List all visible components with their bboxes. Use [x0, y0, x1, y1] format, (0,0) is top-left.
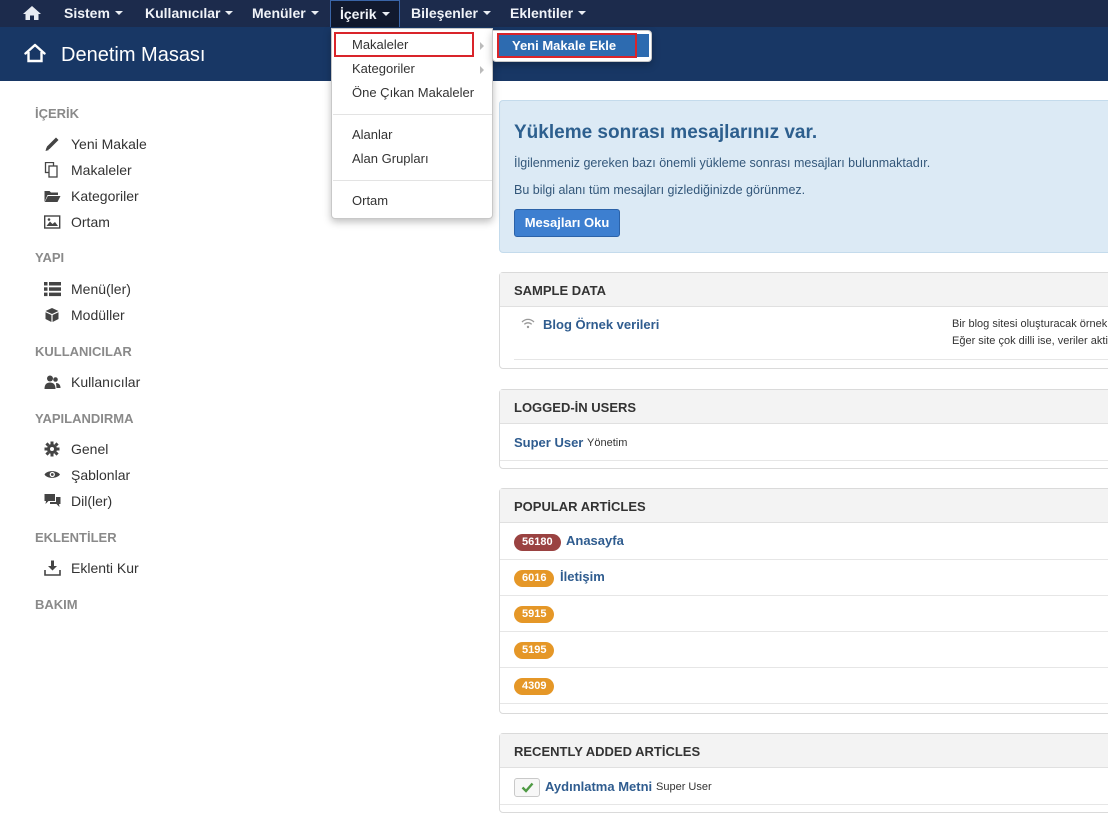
- published-toggle[interactable]: [514, 778, 540, 797]
- menu-divider: [333, 180, 492, 181]
- list-icon: [44, 282, 61, 297]
- chevron-down-icon: [381, 12, 390, 17]
- hits-badge: 4309: [514, 678, 555, 695]
- cube-icon: [45, 308, 59, 322]
- folder-open-icon: [44, 191, 61, 202]
- nav-kullanicilar[interactable]: Kullanıcılar: [145, 0, 234, 27]
- article-author: Super User: [656, 781, 712, 793]
- menu-item-alan-gruplari[interactable]: Alan Grupları: [332, 148, 492, 170]
- table-row: 56180 Anasayfa: [500, 524, 1108, 560]
- sidebar-section-yapilandirma: YAPILANDIRMA: [35, 411, 134, 426]
- nav-menuler[interactable]: Menüler: [252, 0, 319, 27]
- user-link[interactable]: Super User: [514, 435, 583, 450]
- article-link[interactable]: Aydınlatma Metni: [545, 779, 652, 794]
- download-icon: [44, 560, 61, 576]
- nav-sistem[interactable]: Sistem: [64, 0, 123, 27]
- menu-item-ortam[interactable]: Ortam: [332, 190, 492, 212]
- pencil-icon: [45, 137, 59, 151]
- hits-badge: 6016: [514, 570, 555, 587]
- article-link[interactable]: İletişim: [560, 569, 605, 584]
- popular-articles-panel: POPULAR ARTİCLES 56180 Anasayfa 6016 İle…: [499, 488, 1108, 714]
- sample-data-description-2: Eğer site çok dilli ise, veriler akti: [952, 335, 1108, 347]
- sidebar-section-yapi: YAPI: [35, 250, 65, 265]
- article-link[interactable]: Anasayfa: [566, 533, 624, 548]
- chevron-right-icon: [480, 42, 484, 50]
- top-navbar: Sistem Kullanıcılar Menüler İçerik Bileş…: [0, 0, 1108, 27]
- check-icon: [521, 782, 534, 793]
- highlight-yeni-makale-ekle: [497, 33, 637, 58]
- recent-articles-panel: RECENTLY ADDED ARTİCLES Aydınlatma Metni…: [499, 733, 1108, 813]
- home-icon[interactable]: [22, 5, 42, 21]
- users-icon: [44, 375, 61, 389]
- table-row: 5195: [500, 632, 1108, 668]
- chevron-down-icon: [225, 11, 234, 16]
- nav-bilesenler[interactable]: Bileşenler: [411, 0, 491, 27]
- wifi-icon: [521, 318, 535, 329]
- panel-title: SAMPLE DATA: [500, 273, 1108, 307]
- comments-icon: [44, 494, 61, 507]
- sidebar-section-kullanicilar: KULLANICILAR: [35, 344, 132, 359]
- post-install-messages: Yükleme sonrası mesajlarınız var. İlgile…: [499, 100, 1108, 253]
- panel-title: POPULAR ARTİCLES: [500, 489, 1108, 523]
- cog-icon: [44, 441, 60, 457]
- menu-item-kategoriler[interactable]: Kategoriler: [332, 58, 492, 80]
- menu-divider: [333, 114, 492, 115]
- chevron-right-icon: [480, 66, 484, 74]
- sample-data-row: Blog Örnek verileri Bir blog sitesi oluş…: [514, 308, 1108, 360]
- image-icon: [44, 215, 61, 229]
- table-row: Aydınlatma Metni Super User: [500, 769, 1108, 805]
- hits-badge: 5195: [514, 642, 555, 659]
- hits-badge: 56180: [514, 534, 561, 551]
- sidebar-section-icerik: İÇERİK: [35, 106, 80, 121]
- message-title: Yükleme sonrası mesajlarınız var.: [514, 122, 818, 143]
- read-messages-button[interactable]: Mesajları Oku: [514, 209, 620, 237]
- logged-in-users-panel: LOGGED-İN USERS Super User Yönetim: [499, 389, 1108, 469]
- nav-icerik[interactable]: İçerik: [330, 0, 400, 27]
- panel-title: RECENTLY ADDED ARTİCLES: [500, 734, 1108, 768]
- sample-data-panel: SAMPLE DATA Blog Örnek verileri Bir blog…: [499, 272, 1108, 369]
- table-row: 4309: [500, 668, 1108, 704]
- sidebar-section-bakim: BAKIM: [35, 597, 78, 612]
- table-row: 5915: [500, 596, 1108, 632]
- page-title: Denetim Masası: [61, 44, 206, 66]
- chevron-down-icon: [114, 11, 123, 16]
- logged-in-user-row: Super User Yönetim: [500, 425, 1108, 461]
- sample-data-description: Bir blog sitesi oluşturacak örnek: [952, 318, 1108, 330]
- table-row: 6016 İletişim: [500, 560, 1108, 596]
- home-outline-icon: [24, 43, 46, 63]
- message-text-secondary: Bu bilgi alanı tüm mesajları gizlediğini…: [514, 183, 806, 197]
- panel-title: LOGGED-İN USERS: [500, 390, 1108, 424]
- sidebar-section-eklentiler: EKLENTİLER: [35, 530, 117, 545]
- hits-badge: 5915: [514, 606, 555, 623]
- user-role: Yönetim: [587, 437, 628, 449]
- chevron-down-icon: [578, 11, 587, 16]
- message-text: İlgilenmeniz gereken bazı önemli yükleme…: [514, 156, 931, 170]
- menu-item-one-cikan-makaleler[interactable]: Öne Çıkan Makaleler: [332, 82, 492, 104]
- highlight-makaleler: [334, 32, 474, 57]
- chevron-down-icon: [482, 11, 491, 16]
- menu-item-alanlar[interactable]: Alanlar: [332, 124, 492, 146]
- copy-icon: [44, 162, 58, 178]
- eye-icon: [44, 471, 60, 478]
- chevron-down-icon: [310, 11, 319, 16]
- blog-sample-data-link[interactable]: Blog Örnek verileri: [543, 317, 659, 332]
- nav-eklentiler[interactable]: Eklentiler: [510, 0, 587, 27]
